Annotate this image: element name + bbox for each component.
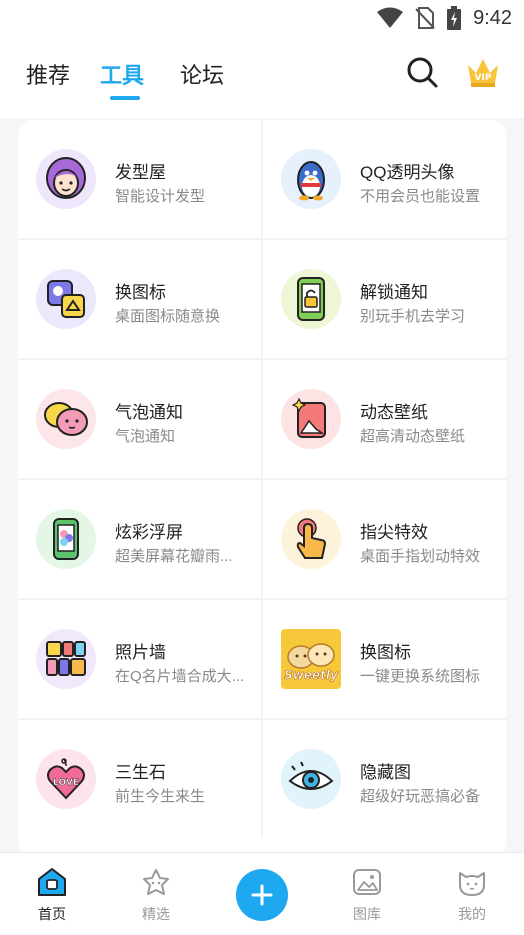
tool-tile-qq-avatar[interactable]: QQ透明头像 不用会员也能设置: [263, 120, 506, 238]
gallery-icon: [353, 869, 381, 895]
tool-icon-bg: [281, 149, 341, 209]
tool-title: 发型屋: [115, 163, 166, 182]
add-button[interactable]: [236, 869, 288, 921]
tab-active-indicator: [110, 96, 140, 100]
search-icon: [407, 57, 438, 88]
tool-tile-three-life-stone[interactable]: LOVE 三生石 前生今生来生: [18, 720, 261, 838]
tool-tile-unlock-notice[interactable]: 解锁通知 别玩手机去学习: [263, 240, 506, 358]
tool-tile-finger-effect[interactable]: 指尖特效 桌面手指划动特效: [263, 480, 506, 598]
nav-item-profile[interactable]: 我的: [437, 867, 507, 924]
svg-text:VIP: VIP: [475, 73, 492, 83]
tool-tile-live-wallpaper[interactable]: 动态壁纸 超高清动态壁纸: [263, 360, 506, 478]
nav-item-label: 我的: [458, 906, 486, 922]
status-time: 9:42: [473, 6, 512, 29]
plus-icon: [251, 884, 273, 906]
tool-subtitle: 不用会员也能设置: [360, 188, 481, 205]
tool-icon-bg: [281, 749, 341, 809]
tool-subtitle: 超美屏幕花瓣雨...: [115, 548, 233, 565]
nav-item-label: 首页: [38, 906, 66, 922]
tab-forum[interactable]: 论坛: [180, 58, 224, 90]
tool-icon-bg: [36, 389, 96, 449]
eye-icon: [288, 761, 334, 790]
tool-icon-bg: [281, 389, 341, 449]
tools-grid: 发型屋 智能设计发型 QQ透明头像 不用会员也能设置 换图标 桌面图标随意换 解…: [18, 120, 506, 838]
wallpaper-icon: [291, 397, 326, 438]
top-header: 推荐 工具 论坛 VIP: [0, 36, 524, 118]
tool-tile-float-screen[interactable]: 炫彩浮屏 超美屏幕花瓣雨...: [18, 480, 261, 598]
status-icons: 9:42: [377, 6, 512, 30]
tool-subtitle: 超级好玩恶搞必备: [360, 788, 481, 805]
tool-title: 换图标: [360, 643, 411, 662]
no-sim-icon: [415, 7, 435, 29]
tool-title: 指尖特效: [360, 523, 428, 542]
tool-title: 隐藏图: [360, 763, 411, 782]
status-bar: 9:42: [0, 0, 524, 36]
profile-cat-icon: [459, 872, 485, 896]
tool-title: 炫彩浮屏: [115, 523, 183, 542]
hairstyle-girl-icon: [46, 157, 86, 199]
tool-subtitle: 桌面图标随意换: [115, 308, 221, 325]
tool-icon-bg: LOVE: [36, 749, 96, 809]
wifi-icon: [377, 7, 404, 28]
tool-tile-hairstyle[interactable]: 发型屋 智能设计发型: [18, 120, 261, 238]
tool-icon-bg: [36, 269, 96, 329]
sweetly-badge-text: Sweetly: [284, 668, 339, 682]
nav-item-gallery[interactable]: 图库: [332, 867, 402, 924]
tool-icon-bg: [36, 509, 96, 569]
home-icon: [38, 868, 66, 896]
tool-tile-photo-wall[interactable]: 照片墙 在Q名片墙合成大...: [18, 600, 261, 718]
tool-subtitle: 在Q名片墙合成大...: [115, 668, 245, 685]
tool-title: 动态壁纸: [360, 403, 428, 422]
tool-icon-bg: [36, 149, 96, 209]
tool-subtitle: 前生今生来生: [115, 788, 206, 805]
tool-icon-bg: [36, 629, 96, 689]
tool-title: 气泡通知: [115, 403, 183, 422]
tool-title: 解锁通知: [360, 283, 428, 302]
love-heart-icon: LOVE: [47, 758, 85, 800]
unlock-phone-icon: [297, 277, 325, 321]
tool-subtitle: 气泡通知: [115, 428, 176, 445]
love-badge-text: LOVE: [53, 778, 79, 788]
nav-item-featured[interactable]: 精选: [121, 867, 191, 924]
tools-card: 发型屋 智能设计发型 QQ透明头像 不用会员也能设置 换图标 桌面图标随意换 解…: [18, 120, 506, 856]
tool-subtitle: 智能设计发型: [115, 188, 206, 205]
tool-subtitle: 超高清动态壁纸: [360, 428, 466, 445]
battery-charging-icon: [447, 6, 462, 30]
featured-star-icon: [143, 869, 169, 895]
float-screen-icon: [53, 518, 79, 560]
tool-tile-hidden-image[interactable]: 隐藏图 超级好玩恶搞必备: [263, 720, 506, 838]
nav-item-label: 精选: [142, 906, 170, 922]
tool-title: 照片墙: [115, 643, 166, 662]
tool-subtitle: 别玩手机去学习: [360, 308, 466, 325]
tool-title: QQ透明头像: [360, 163, 455, 182]
tool-title: 三生石: [115, 763, 166, 782]
vip-crown-icon: VIP: [468, 59, 498, 87]
photo-wall-icon: [46, 641, 86, 676]
finger-tap-icon: [296, 518, 327, 559]
sweetly-cats-icon: Sweetly: [284, 643, 339, 682]
tab-recommend[interactable]: 推荐: [26, 58, 70, 90]
tool-icon-bg: [281, 509, 341, 569]
tool-tile-bubble-notice[interactable]: 气泡通知 气泡通知: [18, 360, 261, 478]
search-button[interactable]: [402, 52, 442, 92]
tool-subtitle: 一键更换系统图标: [360, 668, 481, 685]
tool-subtitle: 桌面手指划动特效: [360, 548, 481, 565]
tool-icon-bg: [281, 269, 341, 329]
bottom-nav: 首页 精选 图库 我的: [0, 852, 524, 935]
tab-tools[interactable]: 工具: [100, 58, 144, 90]
tool-title: 换图标: [115, 283, 166, 302]
swap-icons-icon: [47, 280, 85, 318]
vip-button[interactable]: VIP: [463, 52, 503, 92]
chat-bubbles-icon: [44, 402, 88, 436]
nav-item-home[interactable]: 首页: [17, 867, 87, 924]
nav-item-label: 图库: [353, 906, 381, 922]
tool-icon-bg: Sweetly: [281, 629, 341, 689]
tool-tile-change-icon[interactable]: 换图标 桌面图标随意换: [18, 240, 261, 358]
tool-tile-change-icon-2[interactable]: Sweetly 换图标 一键更换系统图标: [263, 600, 506, 718]
qq-penguin-icon: [297, 161, 325, 201]
